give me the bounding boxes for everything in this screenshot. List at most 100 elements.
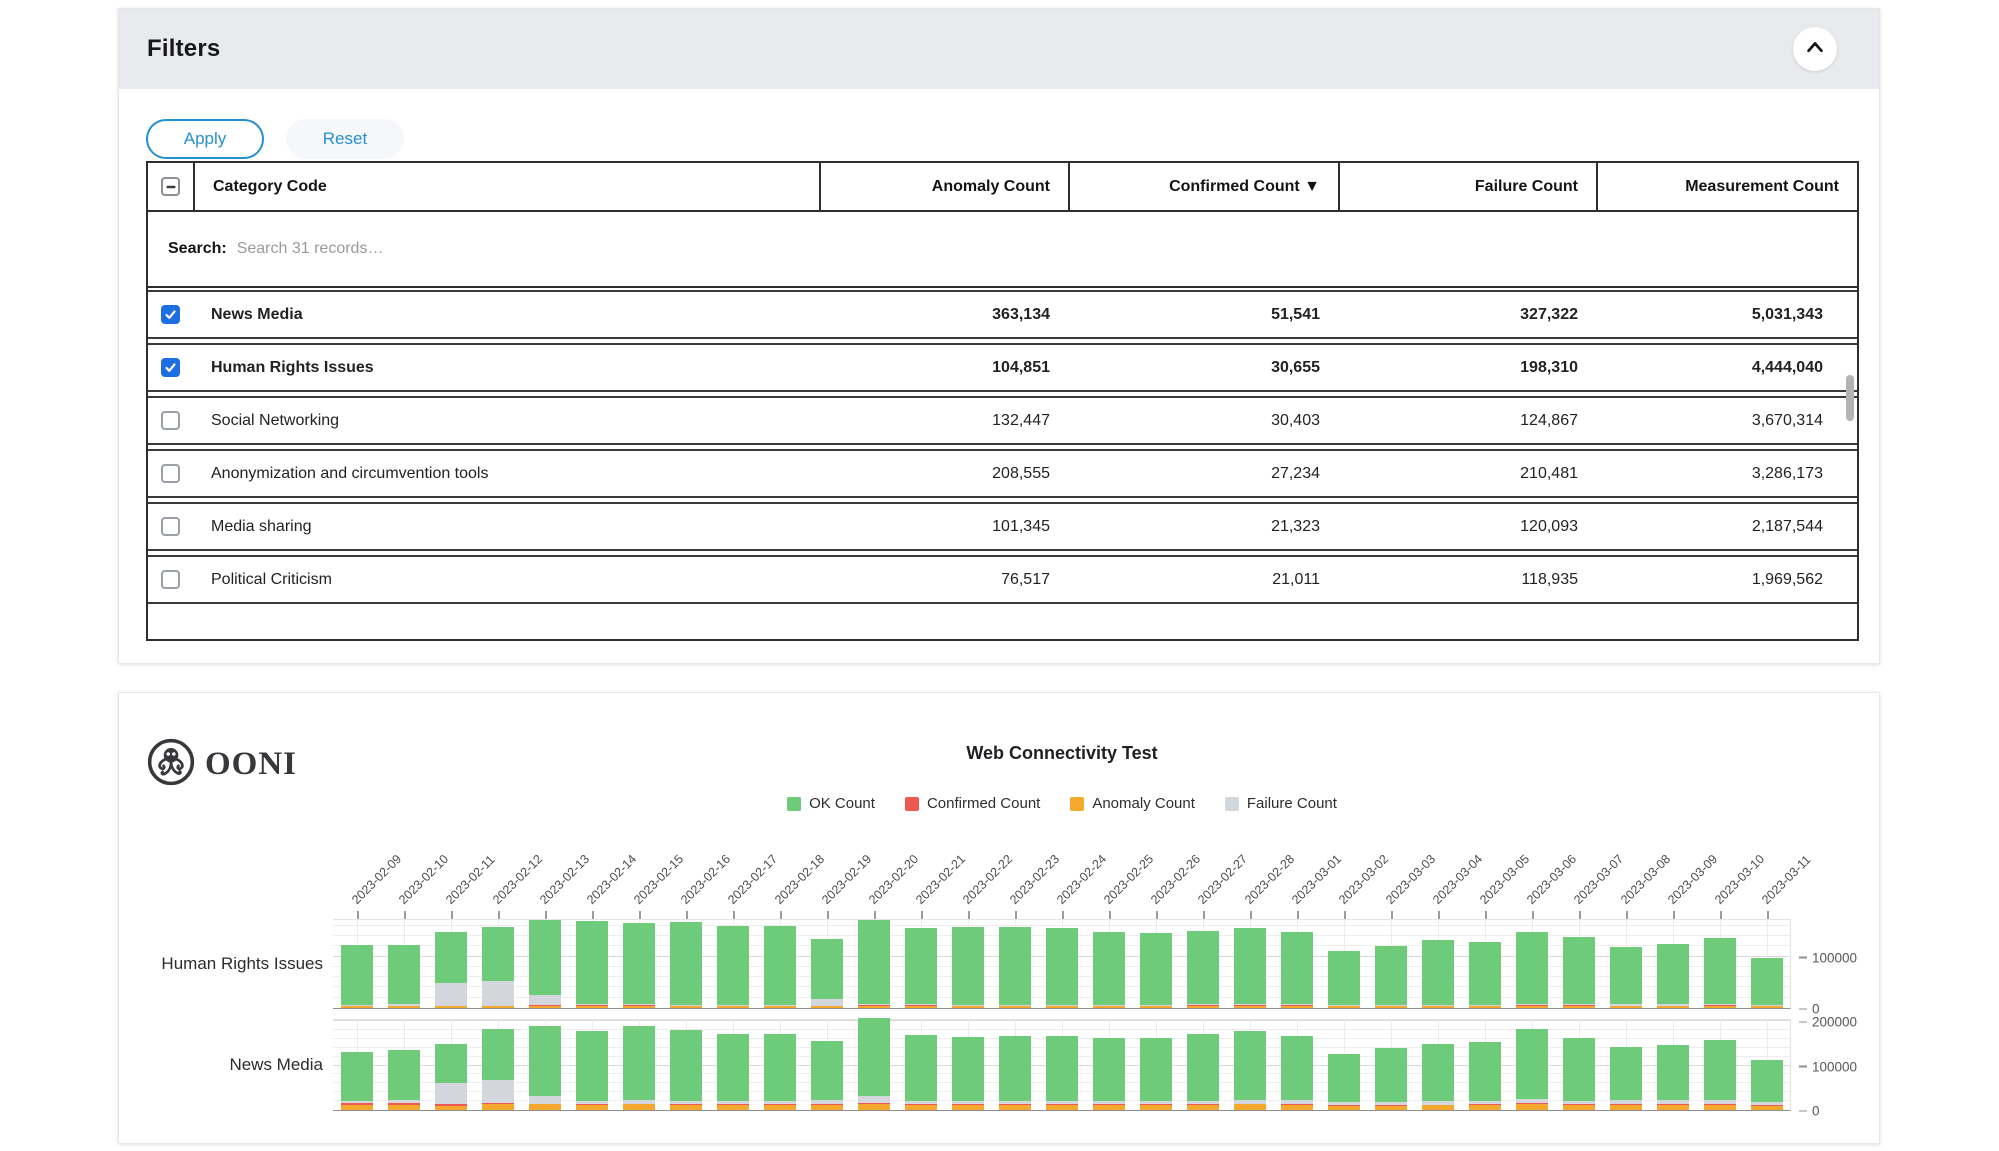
search-input[interactable] bbox=[237, 240, 837, 258]
table-row[interactable]: Media sharing101,34521,323120,0932,187,5… bbox=[148, 502, 1857, 551]
stacked-bar[interactable] bbox=[764, 918, 796, 1008]
row-checkbox[interactable] bbox=[148, 464, 193, 483]
stacked-bar[interactable] bbox=[1469, 918, 1501, 1008]
stacked-bar[interactable] bbox=[341, 918, 373, 1008]
stacked-bar[interactable] bbox=[1422, 918, 1454, 1008]
stacked-bar[interactable] bbox=[1704, 1018, 1736, 1110]
stacked-bar[interactable] bbox=[1234, 918, 1266, 1008]
legend-item[interactable]: Failure Count bbox=[1225, 795, 1337, 812]
stacked-bar[interactable] bbox=[435, 918, 467, 1008]
stacked-bar[interactable] bbox=[717, 1018, 749, 1110]
stacked-bar[interactable] bbox=[764, 1018, 796, 1110]
stacked-bar[interactable] bbox=[482, 1018, 514, 1110]
stacked-bar[interactable] bbox=[905, 918, 937, 1008]
select-all-checkbox[interactable] bbox=[148, 163, 193, 210]
stacked-bar[interactable] bbox=[341, 1018, 373, 1110]
stacked-bar[interactable] bbox=[482, 918, 514, 1008]
stacked-bar[interactable] bbox=[858, 1018, 890, 1110]
x-axis-date-label: 2023-02-17 bbox=[725, 852, 780, 907]
legend-item[interactable]: Anomaly Count bbox=[1070, 795, 1195, 812]
stacked-bar[interactable] bbox=[1610, 1018, 1642, 1110]
stacked-bar[interactable] bbox=[1328, 1018, 1360, 1110]
stacked-bar[interactable] bbox=[1704, 918, 1736, 1008]
cell-anomaly: 76,517 bbox=[819, 571, 1068, 589]
stacked-bar[interactable] bbox=[952, 918, 984, 1008]
stacked-bar[interactable] bbox=[1375, 1018, 1407, 1110]
stacked-bar[interactable] bbox=[1328, 918, 1360, 1008]
legend-item[interactable]: Confirmed Count bbox=[905, 795, 1040, 812]
stacked-bar[interactable] bbox=[1422, 1018, 1454, 1110]
reset-button[interactable]: Reset bbox=[286, 119, 404, 159]
stacked-bar[interactable] bbox=[858, 918, 890, 1008]
stacked-bar[interactable] bbox=[1751, 918, 1783, 1008]
table-scrollbar[interactable] bbox=[1846, 375, 1854, 421]
stacked-bar[interactable] bbox=[576, 918, 608, 1008]
stacked-bar[interactable] bbox=[1657, 918, 1689, 1008]
stacked-bar[interactable] bbox=[623, 918, 655, 1008]
stacked-bar[interactable] bbox=[905, 1018, 937, 1110]
table-row[interactable]: Human Rights Issues104,85130,655198,3104… bbox=[148, 343, 1857, 392]
cell-failure: 120,093 bbox=[1338, 518, 1596, 536]
stacked-bar[interactable] bbox=[999, 918, 1031, 1008]
cell-category: Social Networking bbox=[193, 412, 819, 430]
cell-failure: 327,322 bbox=[1338, 306, 1596, 324]
stacked-bar[interactable] bbox=[811, 918, 843, 1008]
table-row[interactable]: Social Networking132,44730,403124,8673,6… bbox=[148, 396, 1857, 445]
stacked-bar[interactable] bbox=[670, 1018, 702, 1110]
stacked-bar[interactable] bbox=[623, 1018, 655, 1110]
stacked-bar[interactable] bbox=[1093, 1018, 1125, 1110]
stacked-bar[interactable] bbox=[1281, 1018, 1313, 1110]
stacked-bar[interactable] bbox=[811, 1018, 843, 1110]
stacked-bar[interactable] bbox=[670, 918, 702, 1008]
stacked-bar[interactable] bbox=[1234, 1018, 1266, 1110]
column-header-category[interactable]: Category Code bbox=[193, 163, 819, 210]
stacked-bar[interactable] bbox=[1093, 918, 1125, 1008]
row-checkbox[interactable] bbox=[148, 517, 193, 536]
stacked-bar[interactable] bbox=[999, 1018, 1031, 1110]
stacked-bar[interactable] bbox=[1187, 1018, 1219, 1110]
bar-segment bbox=[811, 1006, 843, 1008]
stacked-bar[interactable] bbox=[1751, 1018, 1783, 1110]
stacked-bar[interactable] bbox=[1563, 1018, 1595, 1110]
stacked-bar[interactable] bbox=[388, 1018, 420, 1110]
stacked-bar[interactable] bbox=[1469, 1018, 1501, 1110]
stacked-bar[interactable] bbox=[1140, 918, 1172, 1008]
stacked-bar[interactable] bbox=[1563, 918, 1595, 1008]
table-row[interactable]: News Media363,13451,541327,3225,031,343 bbox=[148, 290, 1857, 339]
stacked-bar[interactable] bbox=[388, 918, 420, 1008]
stacked-bar[interactable] bbox=[1046, 918, 1078, 1008]
bar-segment bbox=[1563, 1105, 1595, 1110]
stacked-bar[interactable] bbox=[1657, 1018, 1689, 1110]
stacked-bar[interactable] bbox=[576, 1018, 608, 1110]
row-checkbox[interactable] bbox=[148, 411, 193, 430]
column-header-confirmed-sorted[interactable]: Confirmed Count ▼ bbox=[1068, 163, 1338, 210]
apply-button[interactable]: Apply bbox=[146, 119, 264, 159]
stacked-bar[interactable] bbox=[1375, 918, 1407, 1008]
stacked-bar[interactable] bbox=[1140, 1018, 1172, 1110]
bar-segment bbox=[999, 927, 1031, 1005]
stacked-bar[interactable] bbox=[529, 1018, 561, 1110]
bar-segment bbox=[1422, 1006, 1454, 1008]
stacked-bar[interactable] bbox=[717, 918, 749, 1008]
collapse-panel-button[interactable] bbox=[1793, 27, 1837, 71]
stacked-bar[interactable] bbox=[529, 918, 561, 1008]
chart-row-label: Human Rights Issues bbox=[123, 954, 323, 974]
stacked-bar[interactable] bbox=[1046, 1018, 1078, 1110]
stacked-bar[interactable] bbox=[1281, 918, 1313, 1008]
row-checkbox[interactable] bbox=[148, 358, 193, 377]
stacked-bar[interactable] bbox=[1187, 918, 1219, 1008]
stacked-bar[interactable] bbox=[1610, 918, 1642, 1008]
row-checkbox[interactable] bbox=[148, 570, 193, 589]
column-header-failure[interactable]: Failure Count bbox=[1338, 163, 1596, 210]
column-header-measurement[interactable]: Measurement Count bbox=[1596, 163, 1857, 210]
column-header-anomaly[interactable]: Anomaly Count bbox=[819, 163, 1068, 210]
table-row[interactable]: Political Criticism76,51721,011118,9351,… bbox=[148, 555, 1857, 604]
stacked-bar[interactable] bbox=[952, 1018, 984, 1110]
y-tick-dash bbox=[1799, 1008, 1807, 1010]
stacked-bar[interactable] bbox=[1516, 1018, 1548, 1110]
table-row[interactable]: Anonymization and circumvention tools208… bbox=[148, 449, 1857, 498]
legend-item[interactable]: OK Count bbox=[787, 795, 875, 812]
stacked-bar[interactable] bbox=[1516, 918, 1548, 1008]
stacked-bar[interactable] bbox=[435, 1018, 467, 1110]
row-checkbox[interactable] bbox=[148, 305, 193, 324]
